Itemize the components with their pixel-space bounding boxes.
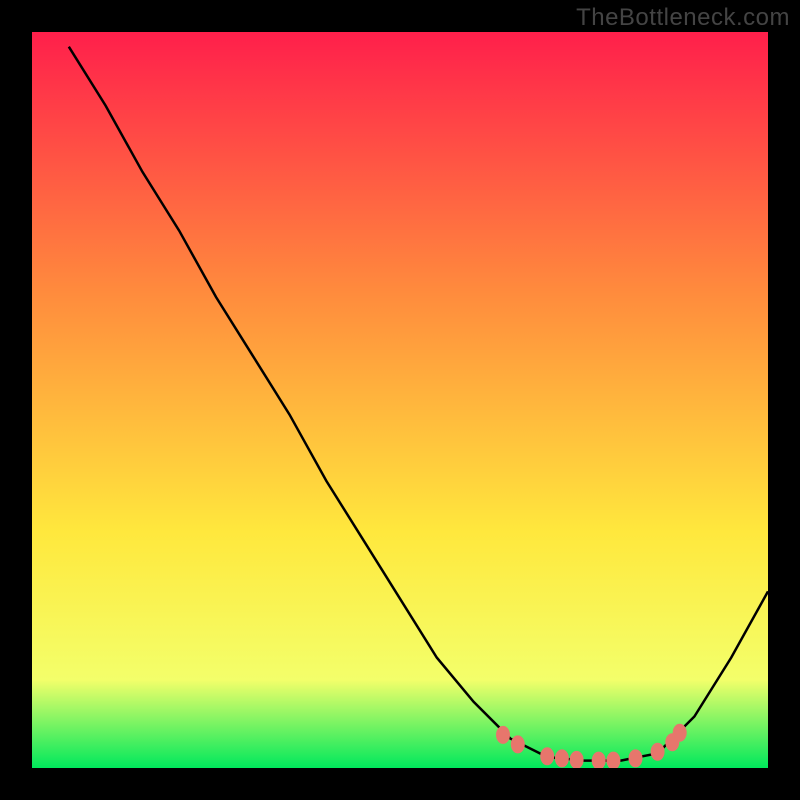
watermark-text: TheBottleneck.com (576, 4, 790, 32)
dot (555, 749, 569, 767)
dot (651, 743, 665, 761)
dot (496, 726, 510, 744)
plot-area (32, 32, 768, 768)
dot (511, 735, 525, 753)
gradient-background (32, 32, 768, 768)
dot (673, 724, 687, 742)
dot (540, 747, 554, 765)
dot (629, 749, 643, 767)
chart-svg (32, 32, 768, 768)
chart-container: TheBottleneck.com (0, 0, 800, 800)
